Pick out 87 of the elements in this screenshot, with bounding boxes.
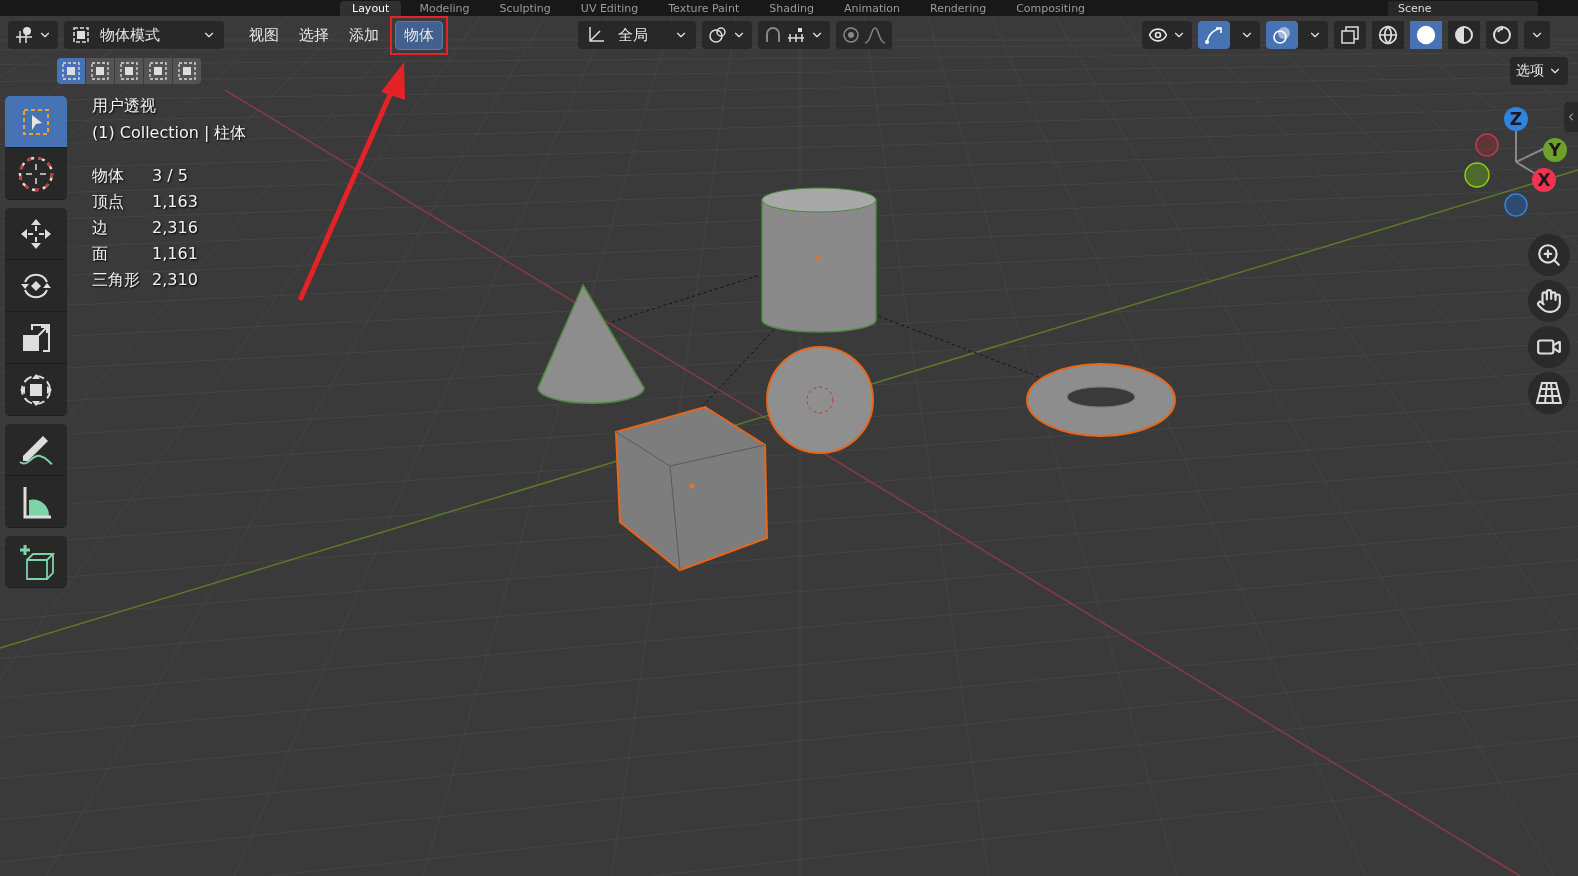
zoom-icon: [1536, 242, 1562, 268]
mode-dropdown[interactable]: 物体模式: [64, 21, 224, 49]
navigation-button[interactable]: [1528, 234, 1570, 276]
solid-sphere-icon: [1416, 25, 1436, 45]
overlay-toggle[interactable]: [1266, 21, 1328, 49]
navigation-button[interactable]: [1528, 326, 1570, 368]
select-mode-button[interactable]: [86, 58, 114, 84]
select-mode-button[interactable]: [144, 58, 172, 84]
menu-item[interactable]: 物体: [395, 20, 443, 50]
xray-button[interactable]: [1334, 21, 1366, 49]
workspace-tab[interactable]: UV Editing: [568, 0, 651, 16]
gizmo-toggle[interactable]: [1198, 21, 1260, 49]
stat-label: 面: [92, 244, 109, 265]
shading-mode-button[interactable]: [1448, 21, 1480, 49]
editor-type-button[interactable]: [8, 21, 58, 49]
axis-gizmo[interactable]: Z Y X: [1452, 104, 1572, 224]
workspace-tab[interactable]: Modeling: [407, 0, 482, 16]
orientation-dropdown[interactable]: 全局: [578, 21, 696, 49]
shading-mode-button[interactable]: [1372, 21, 1404, 49]
stat-value: 1,161: [152, 244, 199, 265]
navigation-button[interactable]: [1528, 372, 1570, 414]
negative-axis-ball[interactable]: [1504, 193, 1528, 217]
tool-button[interactable]: [5, 208, 67, 260]
menu-item[interactable]: 选择: [290, 20, 338, 50]
stat-value: 1,163: [152, 192, 199, 213]
square-icon: [72, 26, 90, 44]
visibility-button[interactable]: [1142, 21, 1192, 49]
squares-icon: [91, 62, 109, 80]
add-cube-icon: [17, 542, 55, 581]
overlapping-circles-icon: [1272, 25, 1292, 45]
stat-value: 2,316: [152, 218, 199, 239]
workspace-tab[interactable]: Shading: [757, 0, 826, 16]
proportional-edit-button[interactable]: [836, 21, 892, 49]
workspace-tab[interactable]: Compositing: [1004, 0, 1098, 16]
select-mode-button[interactable]: [115, 58, 143, 84]
half-shaded-sphere-icon: [1454, 25, 1474, 45]
options-dropdown[interactable]: 选项: [1510, 57, 1568, 85]
magnet-icon: [764, 26, 782, 44]
hand-icon: [1536, 288, 1562, 314]
eye-icon: [1148, 25, 1168, 45]
axis-ball[interactable]: X: [1532, 168, 1556, 192]
workspace-tab[interactable]: Texture Paint: [656, 0, 752, 16]
negative-axis-ball[interactable]: [1464, 162, 1490, 188]
curve-arrow-icon: [1204, 25, 1224, 45]
shading-mode-button[interactable]: [1486, 21, 1518, 49]
axes-icon: [14, 25, 34, 45]
xray-icon: [1340, 25, 1360, 45]
workspace-tab[interactable]: Animation: [831, 0, 912, 16]
workspace-tab[interactable]: Layout: [340, 0, 402, 16]
ruler-icon: [786, 26, 806, 44]
navigation-button[interactable]: [1528, 280, 1570, 322]
menu-item[interactable]: 视图: [240, 20, 288, 50]
workspace-tab[interactable]: Sculpting: [487, 0, 563, 16]
sidebar-toggle[interactable]: [1564, 102, 1578, 132]
view-name: 用户透视: [92, 96, 157, 117]
menu-item[interactable]: 添加: [340, 20, 388, 50]
stat-value: 3 / 5: [152, 166, 189, 187]
axes-icon: [586, 25, 606, 45]
scale-icon: [20, 321, 52, 354]
target-icon: [842, 26, 860, 44]
select-mode-button[interactable]: [57, 58, 85, 84]
squares-icon: [178, 62, 196, 80]
axis-ball[interactable]: Z: [1504, 107, 1528, 131]
shading-mode-button[interactable]: [1410, 21, 1442, 49]
wireframe-sphere-icon: [1378, 25, 1398, 45]
bell-curve-icon: [864, 26, 886, 44]
pivot-button[interactable]: [702, 21, 752, 49]
stat-value: 2,310: [152, 270, 199, 291]
collection-label: (1) Collection | 柱体: [92, 123, 247, 144]
squares-icon: [120, 62, 138, 80]
scene-field[interactable]: Scene: [1388, 0, 1538, 16]
stat-label: 物体: [92, 166, 125, 187]
tool-button[interactable]: [5, 424, 67, 476]
stat-label: 边: [92, 218, 109, 239]
shaded-sphere-icon: [1492, 25, 1512, 45]
squares-icon: [149, 62, 167, 80]
workspace-tab[interactable]: Rendering: [918, 0, 999, 16]
select-box-icon: [21, 106, 51, 137]
snap-button[interactable]: [758, 21, 830, 49]
grid-icon: [1536, 381, 1562, 405]
crosshair-icon: [18, 155, 54, 192]
select-mode-button[interactable]: [173, 58, 201, 84]
stat-label: 三角形: [92, 270, 141, 291]
squares-icon: [62, 62, 80, 80]
axis-ball[interactable]: Y: [1543, 138, 1567, 162]
tool-button[interactable]: [5, 96, 67, 148]
stat-label: 顶点: [92, 192, 125, 213]
